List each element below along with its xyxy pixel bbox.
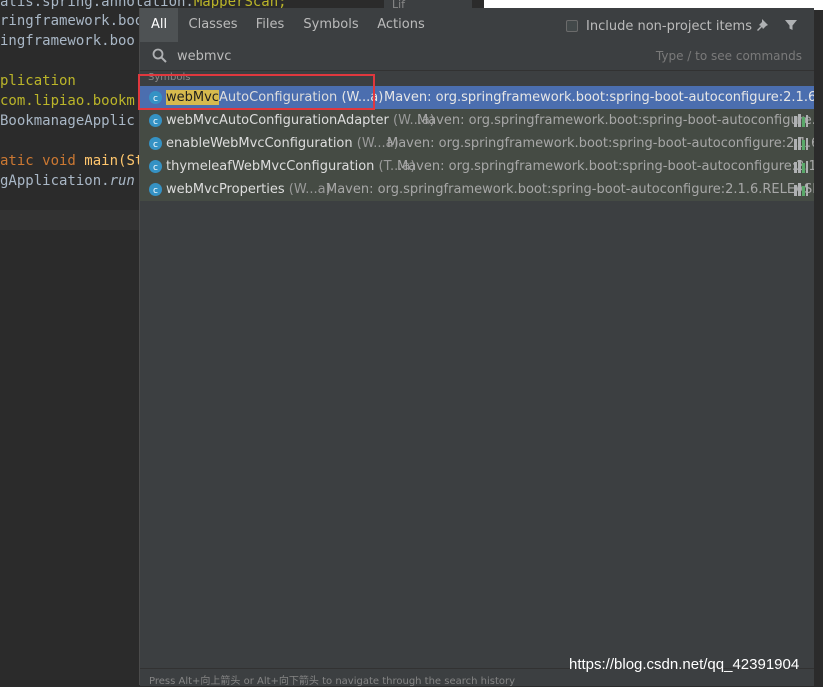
class-symbol-icon: c (149, 137, 162, 150)
result-row[interactable]: c webMvcProperties (W...a) Maven: org.sp… (140, 178, 814, 201)
svg-text:c: c (153, 140, 158, 150)
result-location: Maven: org.springframework.boot:spring-b… (387, 136, 814, 151)
class-symbol-icon: c (149, 183, 162, 196)
tab-symbols[interactable]: Symbols (302, 8, 360, 42)
result-location: Maven: org.springframework.boot:spring-b… (417, 113, 814, 128)
class-symbol-icon: c (149, 114, 162, 127)
jar-library-icon (794, 137, 808, 150)
code-line: gApplication.run (0, 173, 135, 189)
code-line: atic void main(St (0, 153, 144, 169)
svg-text:c: c (153, 117, 158, 127)
filter-icon[interactable] (783, 17, 799, 33)
svg-text:c: c (153, 163, 158, 173)
code-line: ringframework.boo (0, 13, 144, 29)
result-name: enableWebMvcConfiguration (W...a) (166, 136, 399, 151)
tab-all[interactable]: All (140, 8, 178, 42)
result-row[interactable]: c thymeleafWebMvcConfiguration (T...a) M… (140, 155, 814, 178)
pin-icon[interactable] (756, 17, 772, 33)
search-input[interactable] (177, 45, 597, 67)
search-bar: Type / to see commands (140, 42, 814, 71)
code-line: plication (0, 73, 76, 89)
jar-library-icon (794, 160, 808, 173)
result-location: Maven: org.springframework.boot:spring-b… (384, 90, 814, 105)
annotation-highlight-box (138, 74, 375, 110)
current-line-highlight (0, 210, 140, 230)
search-hint: Type / to see commands (655, 49, 802, 63)
code-line: BookmanageApplic (0, 113, 135, 129)
tab-actions[interactable]: Actions (373, 8, 429, 42)
result-row[interactable]: c webMvcAutoConfigurationAdapter (W...a)… (140, 109, 814, 132)
tab-classes[interactable]: Classes (184, 8, 242, 42)
code-line: ingframework.boo (0, 33, 135, 49)
svg-text:c: c (153, 186, 158, 196)
watermark: https://blog.csdn.net/qq_42391904 (569, 656, 800, 673)
result-location: Maven: org.springframework.boot:spring-b… (326, 182, 814, 197)
result-name: webMvcProperties (W...a) (166, 182, 331, 197)
jar-library-icon (794, 183, 808, 196)
result-name: webMvcAutoConfigurationAdapter (W...a) (166, 113, 435, 128)
result-row[interactable]: c enableWebMvcConfiguration (W...a) Mave… (140, 132, 814, 155)
include-non-project-label: Include non-project items (586, 18, 752, 34)
result-location: Maven: org.springframework.boot:spring-b… (397, 159, 814, 174)
tab-files[interactable]: Files (252, 8, 288, 42)
include-non-project-checkbox[interactable] (566, 20, 578, 32)
code-line: com.lipiao.bookm (0, 93, 135, 109)
result-name: thymeleafWebMvcConfiguration (T...a) (166, 159, 416, 174)
class-symbol-icon: c (149, 160, 162, 173)
search-icon (152, 48, 167, 63)
jar-library-icon (794, 114, 808, 127)
include-non-project-option[interactable]: Include non-project items (566, 18, 752, 34)
tab-bar: All Classes Files Symbols Actions Includ… (140, 8, 814, 43)
